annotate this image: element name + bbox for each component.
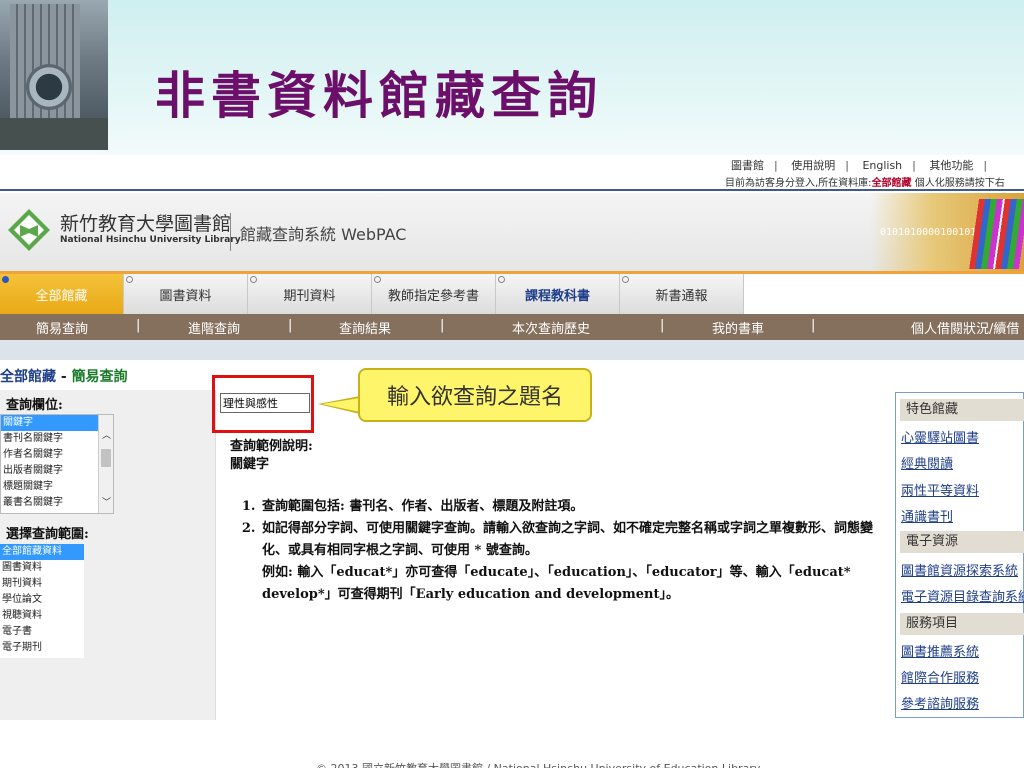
sidebar-head-eresources: 電子資源	[900, 531, 1024, 553]
sidebar-link[interactable]: 心靈驛站圖書	[901, 427, 979, 446]
tab-periodicals[interactable]: 期刊資料	[248, 274, 372, 314]
chevron-up-icon[interactable]: ︿	[99, 429, 113, 444]
query-field-list[interactable]: 關鍵字 書刊名關鍵字 作者名關鍵字 出版者關鍵字 標題關鍵字 叢書名關鍵字 ︿ …	[0, 414, 114, 514]
tab-bullet-icon	[126, 276, 133, 283]
help-example: 例如: 輸入「educat*」亦可查得「educate」、「education」…	[262, 565, 851, 602]
annotation-callout: 輸入欲查詢之題名	[358, 368, 592, 422]
list-item[interactable]: 叢書名關鍵字	[1, 495, 113, 511]
library-building-photo	[0, 0, 108, 150]
library-name-zh: 新竹教育大學圖書館	[60, 213, 232, 235]
tab-bullet-icon	[250, 276, 257, 283]
list-item[interactable]: 全部館藏資料	[0, 544, 84, 560]
banner-divider	[230, 213, 231, 251]
sub-navigation: 簡易查詢 | 進階查詢 | 查詢結果 | 本次查詢歷史 | 我的書車 | 個人借…	[0, 314, 1024, 340]
banner-decoration: 0101010000100101010101010	[870, 193, 1024, 271]
tab-course-reserves[interactable]: 教師指定參考書	[372, 274, 496, 314]
slide-header: 非書資料館藏查詢	[0, 0, 1024, 155]
subnav-loan-status[interactable]: 個人借閱狀況/續借	[911, 318, 1019, 337]
sidebar-link[interactable]: 圖書推薦系統	[901, 641, 979, 660]
sidebar-link[interactable]: 參考諮詢服務	[901, 693, 979, 712]
util-link-english[interactable]: English	[862, 159, 902, 172]
tab-textbooks[interactable]: 課程教科書	[496, 274, 620, 314]
help-list: 查詢範圍包括: 書刊名、作者、出版者、標題及附註項。 如記得部分字詞、可使用關鍵…	[230, 496, 890, 606]
util-link-help[interactable]: 使用說明	[791, 159, 835, 172]
tab-bullet-icon	[498, 276, 505, 283]
tab-books[interactable]: 圖書資料	[124, 274, 248, 314]
main-tabs: 全部館藏 圖書資料 期刊資料 教師指定參考書 課程教科書 新書通報	[0, 274, 1024, 314]
sidebar-link[interactable]: 經典閱讀	[901, 453, 953, 472]
list-item[interactable]: 圖書資料	[0, 560, 84, 576]
login-status: 目前為訪客身分登入,所在資料庫:全部館藏 個人化服務請按下右	[725, 178, 1005, 189]
current-database: 全部館藏	[871, 178, 912, 189]
list-scrollbar[interactable]: ︿ ﹀	[98, 415, 113, 513]
left-panel: 查詢欄位: 關鍵字 書刊名關鍵字 作者名關鍵字 出版者關鍵字 標題關鍵字 叢書名…	[0, 390, 216, 720]
list-item[interactable]: 出版者關鍵字	[1, 463, 113, 479]
library-banner: 新竹教育大學圖書館 National Hsinchu University Li…	[0, 193, 1024, 271]
subnav-results[interactable]: 查詢結果	[339, 318, 391, 337]
sidebar-link[interactable]: 圖書館資源探索系統	[901, 560, 1018, 579]
subnav-advanced-search[interactable]: 進階查詢	[188, 318, 240, 337]
right-sidebar: 特色館藏 心靈驛站圖書 經典閱讀 兩性平等資料 通識書刊 電子資源 圖書館資源探…	[895, 392, 1024, 718]
list-item[interactable]: 書刊名關鍵字	[1, 431, 113, 447]
system-name: 館藏查詢系統 WebPAC	[240, 225, 407, 244]
chevron-down-icon[interactable]: ﹀	[99, 496, 113, 511]
slide-title: 非書資料館藏查詢	[155, 66, 603, 125]
sidebar-link[interactable]: 電子資源目錄查詢系統	[901, 586, 1024, 605]
search-help: 查詢範例說明: 關鍵字 查詢範圍包括: 書刊名、作者、出版者、標題及附註項。 如…	[230, 438, 890, 606]
utility-links: 圖書館 | 使用說明 | English | 其他功能 |	[731, 159, 988, 172]
list-item: 如記得部分字詞、可使用關鍵字查詢。請輸入欲查詢之字詞、如不確定完整名稱或字詞之單…	[260, 518, 890, 606]
tab-bullet-icon	[2, 276, 9, 283]
tab-bullet-icon	[374, 276, 381, 283]
util-link-other[interactable]: 其他功能	[929, 159, 973, 172]
tab-bullet-icon	[622, 276, 629, 283]
sidebar-head-services: 服務項目	[900, 613, 1024, 635]
utility-bar: 圖書館 | 使用說明 | English | 其他功能 | 目前為訪客身分登入,所在資料…	[0, 155, 1024, 191]
help-subheading: 關鍵字	[230, 457, 270, 472]
scrollbar-thumb[interactable]	[101, 449, 111, 467]
util-link-library[interactable]: 圖書館	[731, 159, 764, 172]
list-item[interactable]: 電子期刊	[0, 640, 84, 656]
sidebar-link[interactable]: 館際合作服務	[901, 667, 979, 686]
divider-strip	[0, 340, 1024, 360]
query-field-title: 查詢欄位:	[6, 398, 63, 413]
list-item[interactable]: 關鍵字	[1, 415, 113, 431]
list-item: 查詢範圍包括: 書刊名、作者、出版者、標題及附註項。	[260, 496, 890, 518]
subnav-cart[interactable]: 我的書車	[712, 318, 764, 337]
list-item[interactable]: 作者名關鍵字	[1, 447, 113, 463]
scope-list[interactable]: 全部館藏資料 圖書資料 期刊資料 學位論文 視聽資料 電子書 電子期刊	[0, 544, 84, 658]
tab-all-collections[interactable]: 全部館藏	[0, 274, 124, 314]
list-item[interactable]: 電子書	[0, 624, 84, 640]
list-item[interactable]: 期刊資料	[0, 576, 84, 592]
breadcrumb: 全部館藏 - 簡易查詢	[0, 369, 128, 385]
list-item[interactable]: 視聽資料	[0, 608, 84, 624]
scope-title: 選擇查詢範圍:	[6, 527, 89, 542]
footer-copyright: © 2013 國立新竹教育大學圖書館 / National Hsinchu Un…	[316, 760, 760, 768]
subnav-history[interactable]: 本次查詢歷史	[512, 318, 590, 337]
sidebar-link[interactable]: 兩性平等資料	[901, 480, 979, 499]
list-item[interactable]: 學位論文	[0, 592, 84, 608]
library-logo-icon[interactable]	[6, 207, 52, 253]
sidebar-head-special: 特色館藏	[900, 399, 1024, 421]
help-heading: 查詢範例說明:	[230, 439, 313, 454]
books-icon	[969, 199, 1024, 269]
list-item[interactable]: 標題關鍵字	[1, 479, 113, 495]
sidebar-link[interactable]: 通識書刊	[901, 506, 953, 525]
tab-new-books[interactable]: 新書通報	[620, 274, 744, 314]
subnav-simple-search[interactable]: 簡易查詢	[36, 318, 88, 337]
highlight-frame	[212, 375, 314, 433]
library-name-en: National Hsinchu University Library	[60, 235, 241, 245]
